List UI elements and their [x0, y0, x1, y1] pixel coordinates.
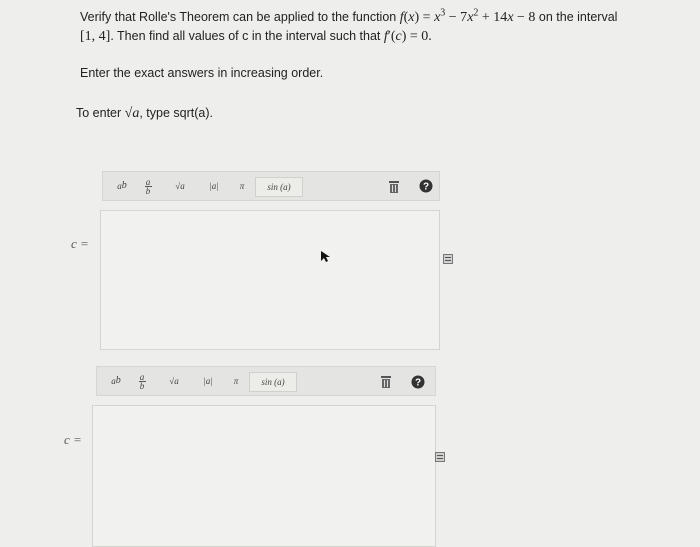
- math-toolbar-1: ab a b √a |a| π sin (a) ?: [102, 171, 440, 201]
- abs-button[interactable]: |a|: [205, 177, 223, 195]
- answer-input-1[interactable]: [100, 210, 440, 350]
- question-prefix: Verify that Rolle's Theorem can be appli…: [80, 10, 400, 24]
- abs-button[interactable]: |a|: [199, 372, 217, 390]
- fraction-bottom: b: [139, 380, 145, 391]
- trash-icon[interactable]: [381, 375, 391, 393]
- function-expression: f(x) = x3 − 7x2 + 14x − 8: [399, 7, 536, 25]
- c-label-1: c =: [71, 236, 89, 251]
- math-toolbar-2: ab a b √a |a| π sin (a) ?: [96, 366, 436, 396]
- mouse-cursor-icon: [321, 250, 331, 268]
- svg-text:?: ?: [423, 182, 429, 193]
- svg-text:?: ?: [415, 378, 421, 389]
- fraction-top: a: [145, 176, 151, 187]
- answer-input-2[interactable]: [92, 405, 436, 547]
- power-button[interactable]: ab: [113, 177, 131, 195]
- sqrt-note-prefix: To enter: [76, 106, 125, 120]
- power-button[interactable]: ab: [107, 372, 125, 390]
- pi-button[interactable]: π: [235, 177, 249, 195]
- equation-editor-icon[interactable]: [435, 449, 445, 462]
- sqrt-note-suffix: , type sqrt(a).: [139, 106, 213, 120]
- fraction-bottom: b: [145, 185, 151, 196]
- equation-editor-icon[interactable]: [443, 251, 453, 264]
- question-text: Verify that Rolle's Theorem can be appli…: [80, 8, 680, 46]
- question-line2: . Then find all values of c in the inter…: [110, 29, 384, 43]
- fraction-button[interactable]: a b: [141, 177, 155, 195]
- sqrt-button[interactable]: √a: [163, 372, 185, 390]
- help-icon[interactable]: ?: [419, 179, 433, 198]
- interval: [1, 4]: [80, 29, 111, 44]
- sqrt-note: To enter √a, type sqrt(a).: [76, 106, 213, 122]
- help-icon[interactable]: ?: [411, 375, 425, 394]
- sin-button[interactable]: sin (a): [255, 177, 303, 197]
- pi-button[interactable]: π: [229, 372, 243, 390]
- question-suffix: on the interval: [535, 10, 618, 24]
- sqrt-button[interactable]: √a: [169, 177, 191, 195]
- fraction-top: a: [139, 371, 145, 382]
- fraction-button[interactable]: a b: [135, 372, 149, 390]
- sin-button[interactable]: sin (a): [249, 372, 297, 392]
- trash-icon[interactable]: [389, 180, 399, 198]
- sqrt-note-symbol: √a: [124, 106, 140, 121]
- order-note: Enter the exact answers in increasing or…: [80, 66, 324, 80]
- c-label-2: c =: [64, 432, 82, 447]
- condition-expression: f′(c) = 0.: [383, 29, 432, 44]
